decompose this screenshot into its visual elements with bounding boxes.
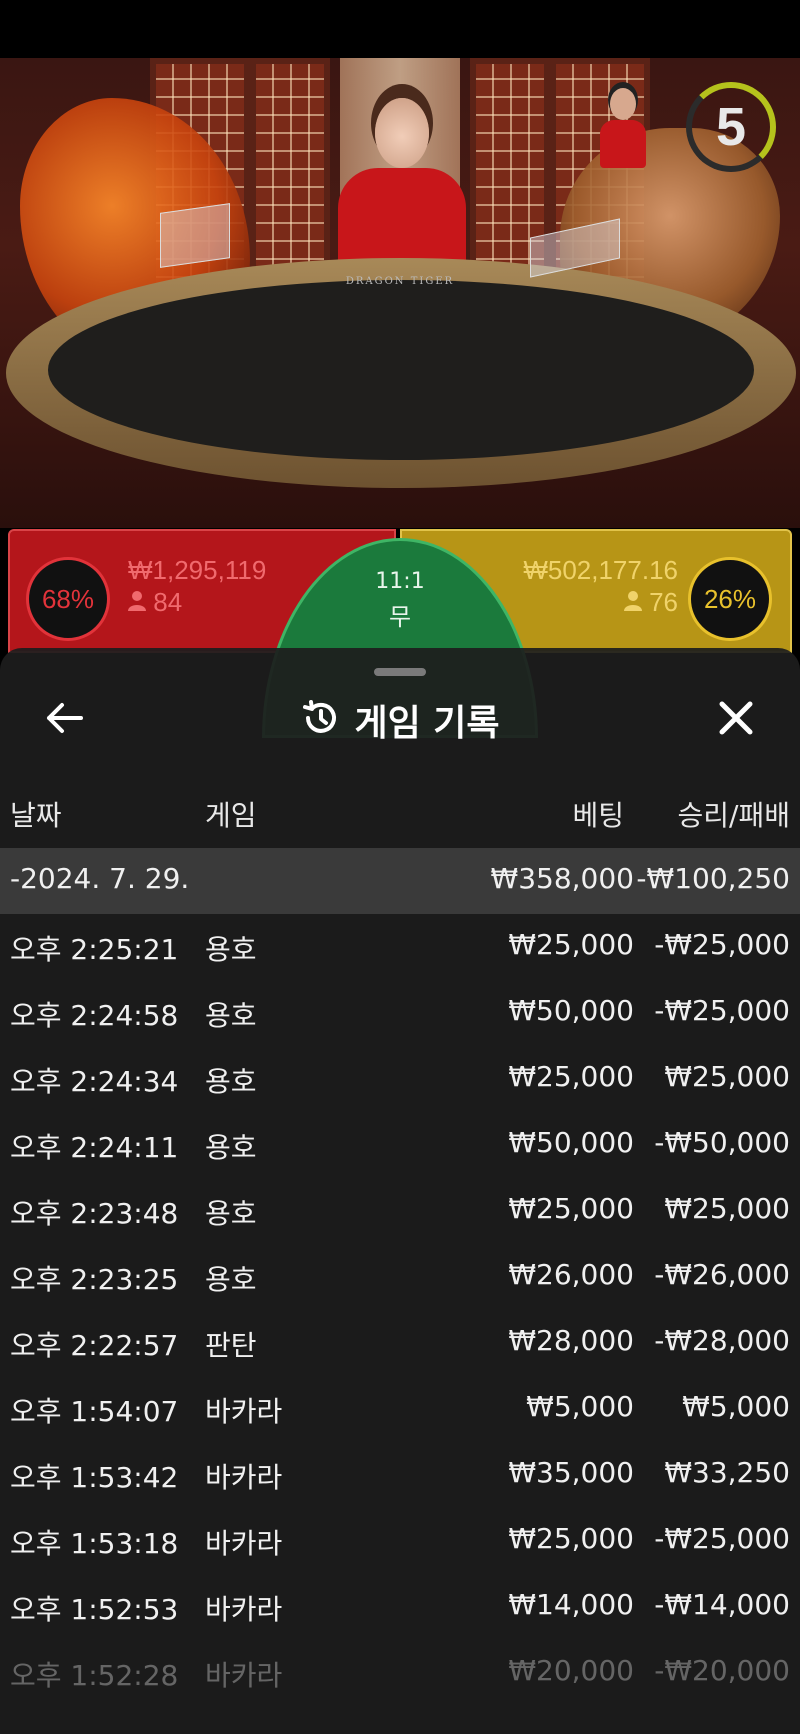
row-bet: ₩35,000	[508, 1456, 634, 1489]
history-row[interactable]: 오후 1:54:07 바카라 ₩5,000 ₩5,000	[0, 1376, 800, 1442]
drag-handle[interactable]	[374, 668, 426, 676]
row-game: 용호	[205, 1065, 257, 1098]
row-result: ₩33,250	[664, 1456, 790, 1489]
row-game: 바카라	[205, 1659, 283, 1692]
status-bar	[0, 0, 800, 58]
dragon-percent: 68%	[26, 557, 110, 641]
card-shoe	[160, 203, 230, 268]
row-game: 바카라	[205, 1527, 283, 1560]
row-time: 오후 1:52:28	[10, 1659, 179, 1692]
close-x-icon	[718, 700, 754, 740]
history-row[interactable]: 오후 2:23:25 용호 ₩26,000 -₩26,000	[0, 1244, 800, 1310]
history-row[interactable]: 오후 1:52:53 바카라 ₩14,000 -₩14,000	[0, 1574, 800, 1640]
row-bet: ₩5,000	[526, 1390, 634, 1423]
column-header-game: 게임	[205, 799, 257, 832]
row-time: 오후 2:24:58	[10, 999, 179, 1032]
row-game: 바카라	[205, 1461, 283, 1494]
row-result: -₩25,000	[654, 928, 790, 961]
row-bet: ₩25,000	[508, 1060, 634, 1093]
row-time: 오후 2:24:34	[10, 1065, 179, 1098]
row-bet: ₩14,000	[508, 1588, 634, 1621]
row-bet: ₩25,000	[508, 928, 634, 961]
row-game: 용호	[205, 1197, 257, 1230]
history-clock-icon	[300, 698, 340, 742]
row-result: ₩25,000	[664, 1060, 790, 1093]
person-icon	[623, 587, 649, 617]
table-header: 날짜 게임 베팅 승리/패배	[0, 788, 800, 836]
row-game: 용호	[205, 933, 257, 966]
history-row[interactable]: 오후 2:22:57 판탄 ₩28,000 -₩28,000	[0, 1310, 800, 1376]
history-row[interactable]: 오후 1:52:28 바카라 ₩20,000 -₩20,000	[0, 1640, 800, 1706]
row-time: 오후 1:54:07	[10, 1395, 179, 1428]
row-result: -₩14,000	[654, 1588, 790, 1621]
history-row[interactable]: 오후 2:24:34 용호 ₩25,000 ₩25,000	[0, 1046, 800, 1112]
history-row[interactable]: 오후 2:25:21 용호 ₩25,000 -₩25,000	[0, 914, 800, 980]
row-time: 오후 2:24:11	[10, 1131, 179, 1164]
table-label: DRAGON TIGER	[345, 276, 455, 287]
countdown-timer: 5	[686, 82, 776, 172]
tie-payout: 11:1	[375, 569, 425, 594]
countdown-value: 5	[715, 97, 747, 157]
row-bet: ₩25,000	[508, 1522, 634, 1555]
tiger-bet-amount: ₩502,177.16	[523, 555, 678, 585]
day-summary-row[interactable]: -2024. 7. 29. ₩358,000 -₩100,250	[0, 848, 800, 914]
history-row[interactable]: 오후 2:24:58 용호 ₩50,000 -₩25,000	[0, 980, 800, 1046]
row-bet: ₩25,000	[508, 1192, 634, 1225]
day-date: -2024. 7. 29.	[10, 862, 190, 895]
history-row[interactable]: 오후 1:53:18 바카라 ₩25,000 -₩25,000	[0, 1508, 800, 1574]
row-game: 용호	[205, 1263, 257, 1296]
row-game: 용호	[205, 1131, 257, 1164]
row-game: 판탄	[205, 1329, 257, 1362]
table-felt	[48, 280, 754, 460]
history-row[interactable]: 오후 1:53:42 바카라 ₩35,000 ₩33,250	[0, 1442, 800, 1508]
history-row[interactable]: 오후 2:24:11 용호 ₩50,000 -₩50,000	[0, 1112, 800, 1178]
dragon-bet-amount: ₩1,295,119	[128, 555, 267, 585]
row-bet: ₩26,000	[508, 1258, 634, 1291]
game-history-sheet: 게임 기록 날짜 게임 베팅 승리/패배 -2024. 7. 29. ₩358,…	[0, 648, 800, 1734]
column-header-bet: 베팅	[572, 799, 624, 832]
row-result: -₩26,000	[654, 1258, 790, 1291]
row-bet: ₩28,000	[508, 1324, 634, 1357]
row-time: 오후 2:22:57	[10, 1329, 179, 1362]
sheet-header: 게임 기록	[0, 696, 800, 744]
row-bet: ₩20,000	[508, 1654, 634, 1687]
close-button[interactable]	[708, 692, 764, 748]
history-list[interactable]: -2024. 7. 29. ₩358,000 -₩100,250 오후 2:25…	[0, 848, 800, 1706]
row-result: -₩28,000	[654, 1324, 790, 1357]
row-game: 바카라	[205, 1593, 283, 1626]
row-time: 오후 1:53:42	[10, 1461, 179, 1494]
row-time: 오후 1:53:18	[10, 1527, 179, 1560]
row-result: -₩50,000	[654, 1126, 790, 1159]
column-header-date: 날짜	[10, 799, 62, 832]
row-bet: ₩50,000	[508, 994, 634, 1027]
row-result: -₩20,000	[654, 1654, 790, 1687]
row-game: 용호	[205, 999, 257, 1032]
row-result: -₩25,000	[654, 1522, 790, 1555]
tiger-percent: 26%	[688, 557, 772, 641]
sheet-title: 게임 기록	[354, 703, 500, 744]
row-result: ₩5,000	[682, 1390, 790, 1423]
history-row[interactable]: 오후 2:23:48 용호 ₩25,000 ₩25,000	[0, 1178, 800, 1244]
row-game: 바카라	[205, 1395, 283, 1428]
row-time: 오후 2:23:48	[10, 1197, 179, 1230]
row-result: -₩25,000	[654, 994, 790, 1027]
row-result: ₩25,000	[664, 1192, 790, 1225]
row-time: 오후 1:52:53	[10, 1593, 179, 1626]
row-time: 오후 2:25:21	[10, 933, 179, 966]
dragon-player-count: 84	[128, 587, 182, 618]
background-dealer	[598, 88, 648, 168]
day-total-bet: ₩358,000	[490, 862, 634, 895]
column-header-result: 승리/패배	[677, 799, 790, 832]
live-video-stream: DRAGON TIGER	[0, 58, 800, 528]
tie-label: 무	[388, 603, 412, 631]
row-time: 오후 2:23:25	[10, 1263, 179, 1296]
day-total-result: -₩100,250	[636, 862, 790, 895]
row-bet: ₩50,000	[508, 1126, 634, 1159]
person-icon	[128, 587, 153, 617]
tiger-player-count: 76	[623, 587, 678, 618]
